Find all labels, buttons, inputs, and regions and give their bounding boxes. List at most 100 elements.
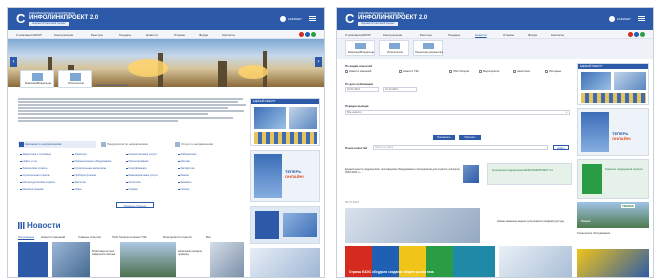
user-cabinet-button[interactable]: КАБИНЕТ [280,15,302,23]
hero-card-contractors[interactable]: Исполнители [379,40,409,56]
category-link[interactable]: Охрана [126,188,138,191]
teknos-banner[interactable]: TEKNOS Технос [577,202,649,228]
reset-button[interactable]: Сбросить [459,135,481,140]
flag-icon[interactable] [311,32,316,37]
category-link[interactable]: Строительная отрасль [20,174,50,177]
tab-enterprises[interactable]: Предприятия по направлениям [100,141,170,148]
category-link[interactable]: Экология [72,181,86,184]
bottom-news-title[interactable]: Страны ЕАЭС обсудили создание общего рын… [349,270,434,274]
nav-item-news[interactable]: Новости [475,33,487,37]
side-image[interactable] [250,248,320,277]
category-link[interactable]: Связь [72,188,82,191]
nav-item-news[interactable]: Новости [146,33,158,37]
category-link[interactable]: Инжиниринговые услуги [126,174,158,177]
category-link[interactable]: Ремонт [178,174,190,177]
category-link[interactable]: Транспорт [72,153,87,156]
hero-next-arrow-icon[interactable]: › [315,57,322,67]
category-link[interactable]: Сертификация [126,167,147,170]
flag-icon[interactable] [628,32,633,37]
online-promo[interactable]: ТЕПЕРЬ ОНЛАЙН! [577,108,649,156]
nav-item-forum[interactable]: Форум [528,33,537,37]
news-tab-events[interactable]: Мероприятия отрасли [163,235,192,239]
news-search-input[interactable]: Поиск по сайту [373,145,548,150]
green-banner[interactable]: Консорциум подрядчиков ИНФОЛИНКПРОЕКТ 2.… [487,163,572,185]
news-image[interactable] [120,242,176,277]
checkbox-icon[interactable] [399,70,402,73]
category-link[interactable]: Проектирование [126,160,149,163]
nav-item-registries[interactable]: Реестры [420,33,432,37]
filter-checkbox[interactable]: Аналитика [513,70,530,73]
nav-item-consult[interactable]: Консультация [383,33,402,37]
checkbox-icon[interactable] [545,70,548,73]
nav-item-contacts[interactable]: Контакты [222,33,235,37]
category-link[interactable]: Химическая отрасль [20,167,48,170]
nav-item-consult[interactable]: Консультация [54,33,73,37]
nav-item-about[interactable]: О компании ЕРИЛ [345,33,371,37]
hero-prev-arrow-icon[interactable]: ‹ [10,57,17,67]
tab-companies[interactable]: Компании по направлениям [18,141,96,148]
hero-card-contractors[interactable]: Исполнители [58,70,92,88]
nav-item-tenders[interactable]: Тендеры [448,33,460,37]
date-from-field[interactable]: 01.01.2021 [345,87,379,92]
registry-widget[interactable]: ЕДИНЫЙ РЕЕСТР [250,98,320,146]
online-promo[interactable]: ТЕПЕРЬ ОНЛАЙН! [250,150,320,202]
flag-icon[interactable] [299,32,304,37]
nav-item-contacts[interactable]: Контакты [551,33,564,37]
language-flags[interactable] [298,32,316,37]
news-promo-image[interactable] [18,242,48,277]
news-item-text[interactable]: Нефтяники провели проверку [178,250,208,262]
category-link[interactable]: Машиностроение [20,188,44,191]
checkbox-icon[interactable] [449,70,452,73]
language-flags[interactable] [627,32,645,37]
news-tab-main[interactable]: Главные события [78,235,101,239]
show-more-button[interactable]: Показать больше [116,202,154,208]
category-link[interactable]: Приборостроение [72,174,97,177]
side-image[interactable] [577,249,649,277]
date-to-field[interactable]: 31.12.2021 [383,87,417,92]
registry-article-text[interactable]: Единый реестр подрядчиков, поставщиков о… [345,168,460,178]
apply-button[interactable]: Применить [433,135,455,140]
category-link[interactable]: Металлургическая отрасль [20,181,56,184]
tab-services[interactable]: Услуги по направлениям [174,141,244,148]
hero-card-customers[interactable]: Заказчики/Владельцы [20,70,54,88]
news-tab-all[interactable]: Все [206,235,211,239]
news-image[interactable] [210,242,244,277]
menu-icon[interactable] [638,15,645,22]
sort-select[interactable]: Все новости ▾ [345,110,570,115]
category-link[interactable]: Лаборатория [178,153,197,156]
nav-item-registries[interactable]: Реестры [91,33,103,37]
checkbox-icon[interactable] [479,70,482,73]
category-link[interactable]: Прочее [178,188,190,191]
menu-icon[interactable] [309,15,316,22]
site-logo[interactable]: C ИНФОРМАЦИОННО-АНАЛИТИЧЕСКИЙ ПОРТАЛ ИНФ… [345,12,427,26]
checkbox-icon[interactable] [345,70,348,73]
search-button[interactable]: Найти [553,145,569,150]
news-image[interactable] [52,242,90,277]
flag-icon[interactable] [634,32,639,37]
nav-item-reviews[interactable]: Отзывы [174,33,185,37]
filter-checkbox[interactable]: ПАО Газпром [449,70,469,73]
nav-item-reviews[interactable]: Отзывы [503,33,514,37]
news-tab-companies[interactable]: Новости компаний [41,235,65,239]
filter-checkbox[interactable]: Интервью [545,70,561,73]
side-news-text[interactable]: Техническое обслуживание [577,232,649,246]
flag-icon[interactable] [305,32,310,37]
hero-card-docs-link[interactable]: Проектная документация [96,83,129,87]
article-image[interactable] [345,208,480,243]
category-link[interactable]: Монтаж [178,160,190,163]
category-link[interactable]: Нефть и газ [20,160,37,163]
category-link[interactable]: Энергетика и тепловые [20,153,51,156]
category-link[interactable]: Финансы [178,181,192,184]
flag-icon[interactable] [640,32,645,37]
news-tab-gazprom[interactable]: ПАО Газпром в жизни ТЭК [112,235,146,239]
category-link[interactable]: Промышленное оборудование [72,160,112,163]
user-cabinet-button[interactable]: КАБИНЕТ [609,15,631,23]
filter-checkbox[interactable]: Новости ТЭК [399,70,419,73]
filter-checkbox[interactable]: Мероприятия [479,70,499,73]
category-link[interactable]: Экспертиза [178,167,195,170]
hero-card-docs[interactable]: Проектная документация [413,40,443,56]
filter-checkbox[interactable]: Новости компаний [345,70,371,73]
news-item-text[interactable]: В Мосэнергострое завершили монтаж [92,250,116,262]
category-link[interactable]: Консалтинговые услуги [126,153,157,156]
nav-item-forum[interactable]: Форум [199,33,208,37]
